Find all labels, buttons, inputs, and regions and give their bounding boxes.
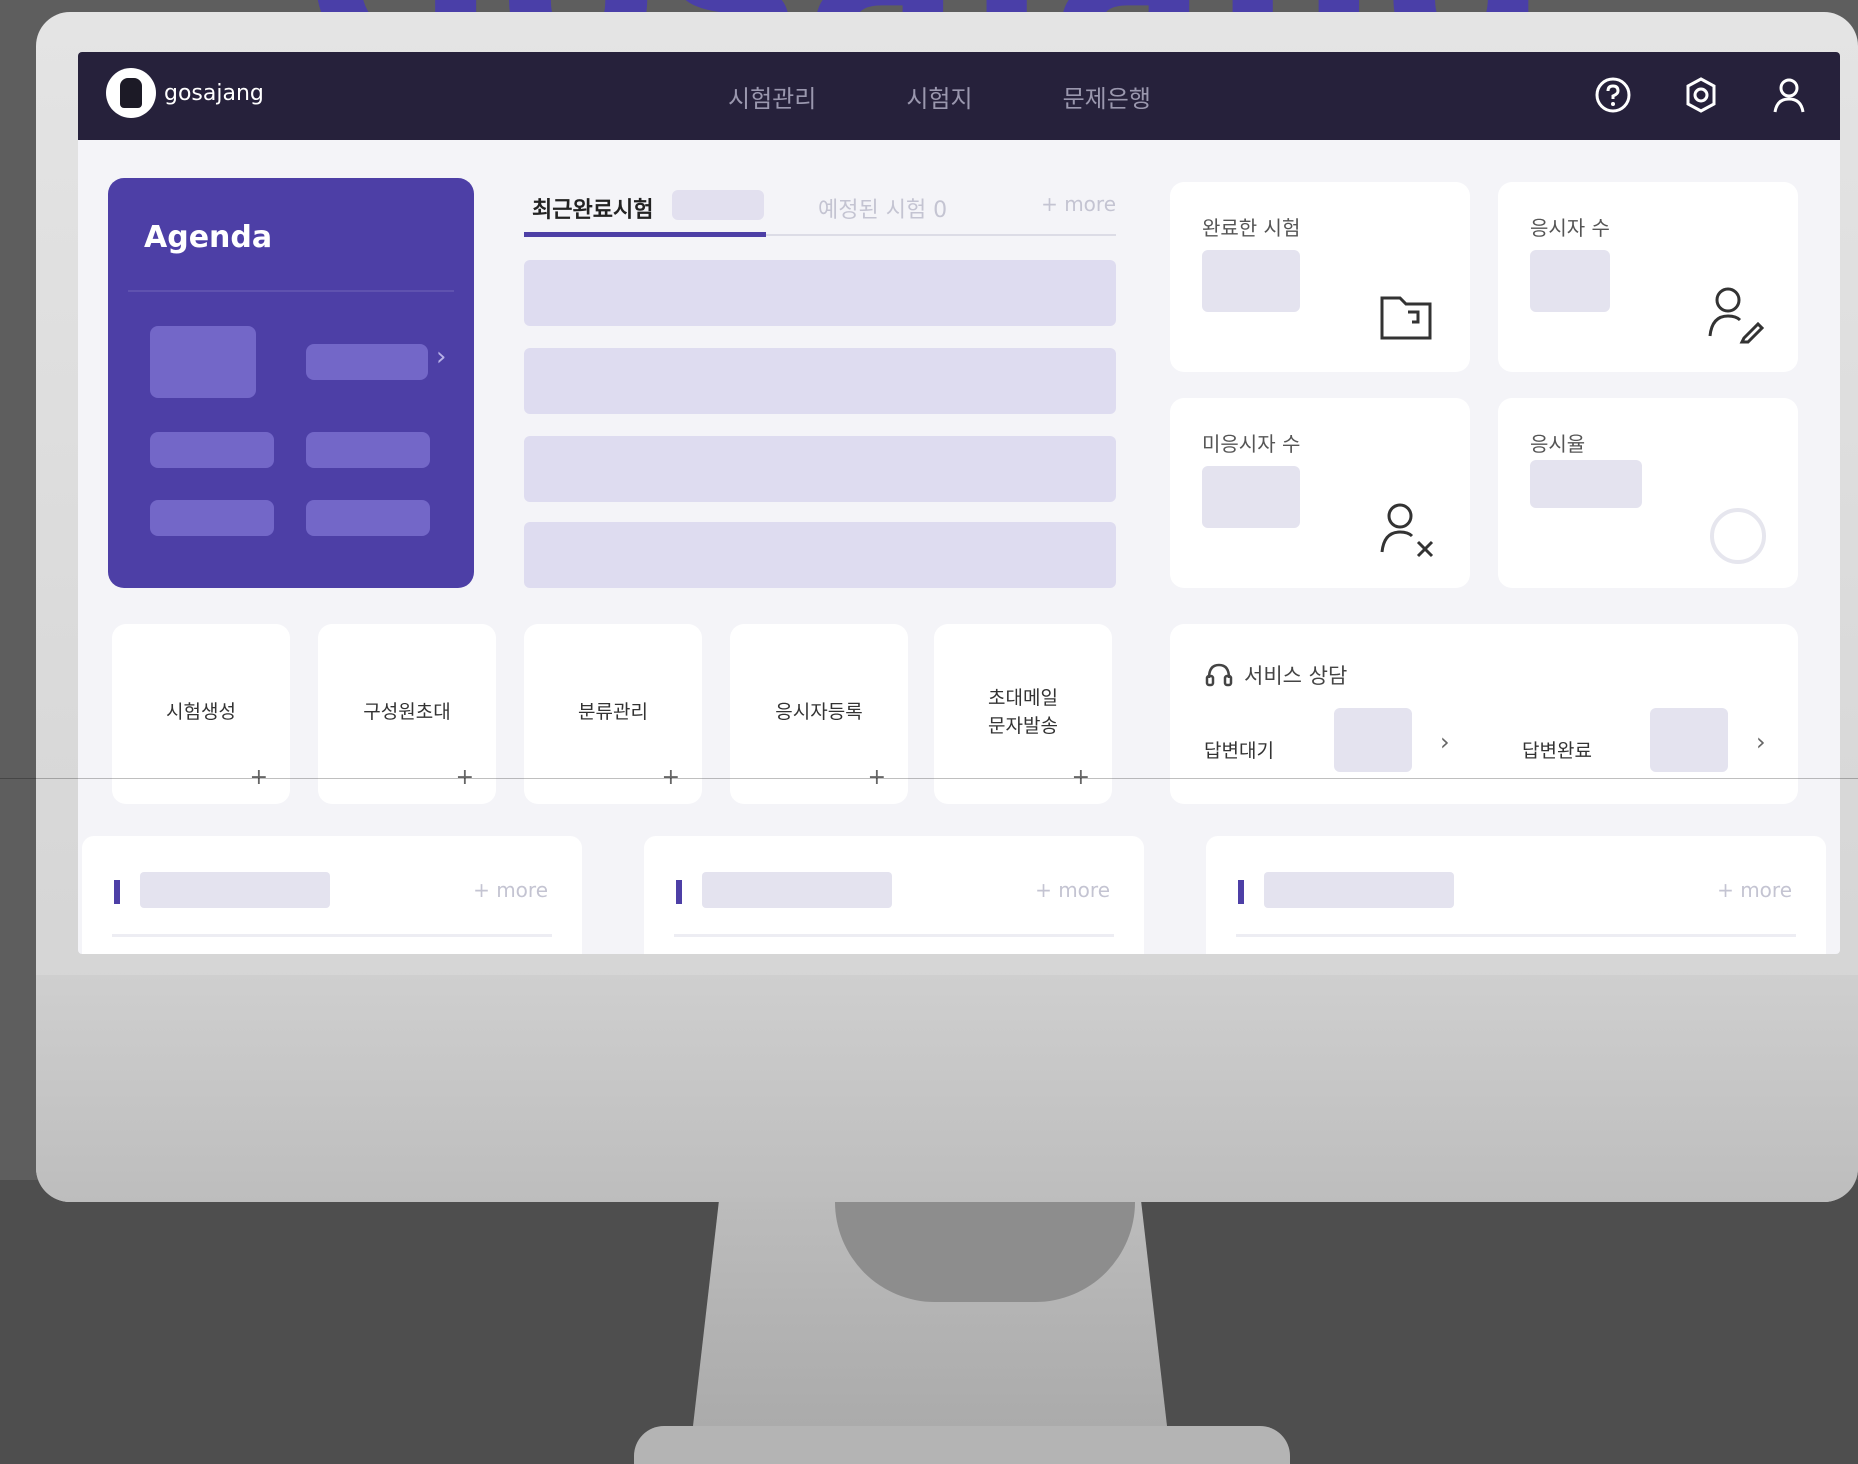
- tab-recent-completed[interactable]: 최근완료시험: [532, 192, 653, 224]
- settings-gear-icon[interactable]: [1680, 74, 1722, 116]
- bottom-panel: + more: [82, 836, 582, 954]
- app-logo[interactable]: gosajang: [106, 68, 264, 118]
- agenda-placeholder-block: [306, 500, 430, 536]
- stat-card-completed-exams[interactable]: 완료한 시험: [1170, 182, 1470, 372]
- support-pending-chevron-icon[interactable]: ›: [1440, 728, 1450, 756]
- stat-label: 완료한 시험: [1202, 216, 1301, 240]
- agenda-title: Agenda: [144, 220, 273, 255]
- list-item[interactable]: [524, 348, 1116, 414]
- user-remove-icon: [1380, 503, 1434, 558]
- nav-exam-management[interactable]: 시험관리: [728, 79, 816, 114]
- stat-label: 응시자 수: [1530, 216, 1610, 240]
- panel-more-link[interactable]: + more: [473, 878, 548, 902]
- panel-accent-bar: [114, 880, 120, 904]
- user-edit-icon: [1708, 287, 1765, 344]
- stat-card-absentees[interactable]: 미응시자 수: [1170, 398, 1470, 588]
- nav-question-bank[interactable]: 문제은행: [1063, 79, 1151, 114]
- panel-more-link[interactable]: + more: [1717, 878, 1792, 902]
- quick-action-label: 구성원초대: [363, 701, 451, 723]
- panel-accent-bar: [1238, 880, 1244, 904]
- quick-action-register-examinees[interactable]: 응시자등록 +: [730, 624, 908, 804]
- quick-action-category-management[interactable]: 분류관리 +: [524, 624, 702, 804]
- stat-value: [1530, 460, 1642, 508]
- agenda-card[interactable]: Agenda ›: [108, 178, 474, 588]
- panel-divider: [112, 934, 552, 937]
- support-pending-label: 답변대기: [1204, 740, 1274, 762]
- support-done-count: [1650, 708, 1728, 772]
- tab-scheduled[interactable]: 예정된 시험 0: [818, 192, 947, 224]
- panel-divider: [674, 934, 1114, 937]
- support-card: 서비스 상담 답변대기 › 답변완료 ›: [1170, 624, 1798, 804]
- support-pending-count: [1334, 708, 1412, 772]
- panel-more-link[interactable]: + more: [1035, 878, 1110, 902]
- agenda-placeholder-block: [150, 326, 256, 398]
- help-icon[interactable]: [1592, 74, 1634, 116]
- stat-value: [1202, 250, 1300, 312]
- bottom-panel: + more: [1206, 836, 1826, 954]
- user-icon[interactable]: [1768, 74, 1810, 116]
- main-nav: 시험관리 시험지 문제은행: [728, 52, 1151, 140]
- scan-artifact-line: [0, 778, 1858, 779]
- bottom-panel: + more: [644, 836, 1144, 954]
- panel-title: [1264, 872, 1454, 908]
- stat-label: 미응시자 수: [1202, 432, 1301, 456]
- stat-value: [1530, 250, 1610, 312]
- panel-divider: [1236, 934, 1796, 937]
- stat-value: [1202, 466, 1300, 528]
- agenda-placeholder-block: [306, 432, 430, 468]
- top-navigation-bar: gosajang 시험관리 시험지 문제은행: [78, 52, 1840, 140]
- stat-card-examinees[interactable]: 응시자 수: [1498, 182, 1798, 372]
- agenda-placeholder-block: [150, 432, 274, 468]
- support-title: 서비스 상담: [1204, 660, 1347, 690]
- list-item[interactable]: [524, 260, 1116, 326]
- nav-exam-papers[interactable]: 시험지: [906, 79, 972, 114]
- quick-action-label: 시험생성: [166, 701, 236, 723]
- panel-title: [702, 872, 892, 908]
- monitor-chin: [36, 975, 1858, 1202]
- dashboard-screen: gosajang 시험관리 시험지 문제은행 Agenda › 최근완료시험 예…: [78, 52, 1840, 954]
- agenda-chevron-icon[interactable]: ›: [436, 342, 446, 372]
- exam-list-tabs: 최근완료시험 예정된 시험 0 + more: [524, 190, 1116, 237]
- quick-action-label: 초대메일 문자발송: [988, 687, 1058, 737]
- progress-ring-icon: [1710, 508, 1766, 564]
- support-done-label: 답변완료: [1522, 740, 1592, 762]
- agenda-divider: [128, 290, 454, 292]
- support-done-chevron-icon[interactable]: ›: [1756, 728, 1766, 756]
- monitor-stand-base: [634, 1426, 1290, 1464]
- support-title-text: 서비스 상담: [1244, 664, 1348, 688]
- logo-text: gosajang: [164, 80, 264, 106]
- list-item[interactable]: [524, 522, 1116, 588]
- panel-title: [140, 872, 330, 908]
- agenda-placeholder-block: [306, 344, 428, 380]
- exam-list-more-link[interactable]: + more: [1041, 192, 1116, 216]
- quick-action-create-exam[interactable]: 시험생성 +: [112, 624, 290, 804]
- tab-active-indicator: [524, 232, 766, 237]
- quick-action-label: 분류관리: [578, 701, 648, 723]
- quick-action-send-invitations[interactable]: 초대메일 문자발송 +: [934, 624, 1112, 804]
- tab-count-badge: [672, 190, 764, 220]
- stat-label: 응시율: [1530, 432, 1586, 456]
- logo-icon: [106, 68, 156, 118]
- stat-card-attendance-rate[interactable]: 응시율: [1498, 398, 1798, 588]
- top-icon-group: [1592, 74, 1810, 116]
- folder-icon: [1380, 296, 1432, 340]
- list-item[interactable]: [524, 436, 1116, 502]
- quick-action-invite-members[interactable]: 구성원초대 +: [318, 624, 496, 804]
- panel-accent-bar: [676, 880, 682, 904]
- headset-icon: [1205, 663, 1233, 687]
- quick-action-label: 응시자등록: [775, 701, 863, 723]
- agenda-placeholder-block: [150, 500, 274, 536]
